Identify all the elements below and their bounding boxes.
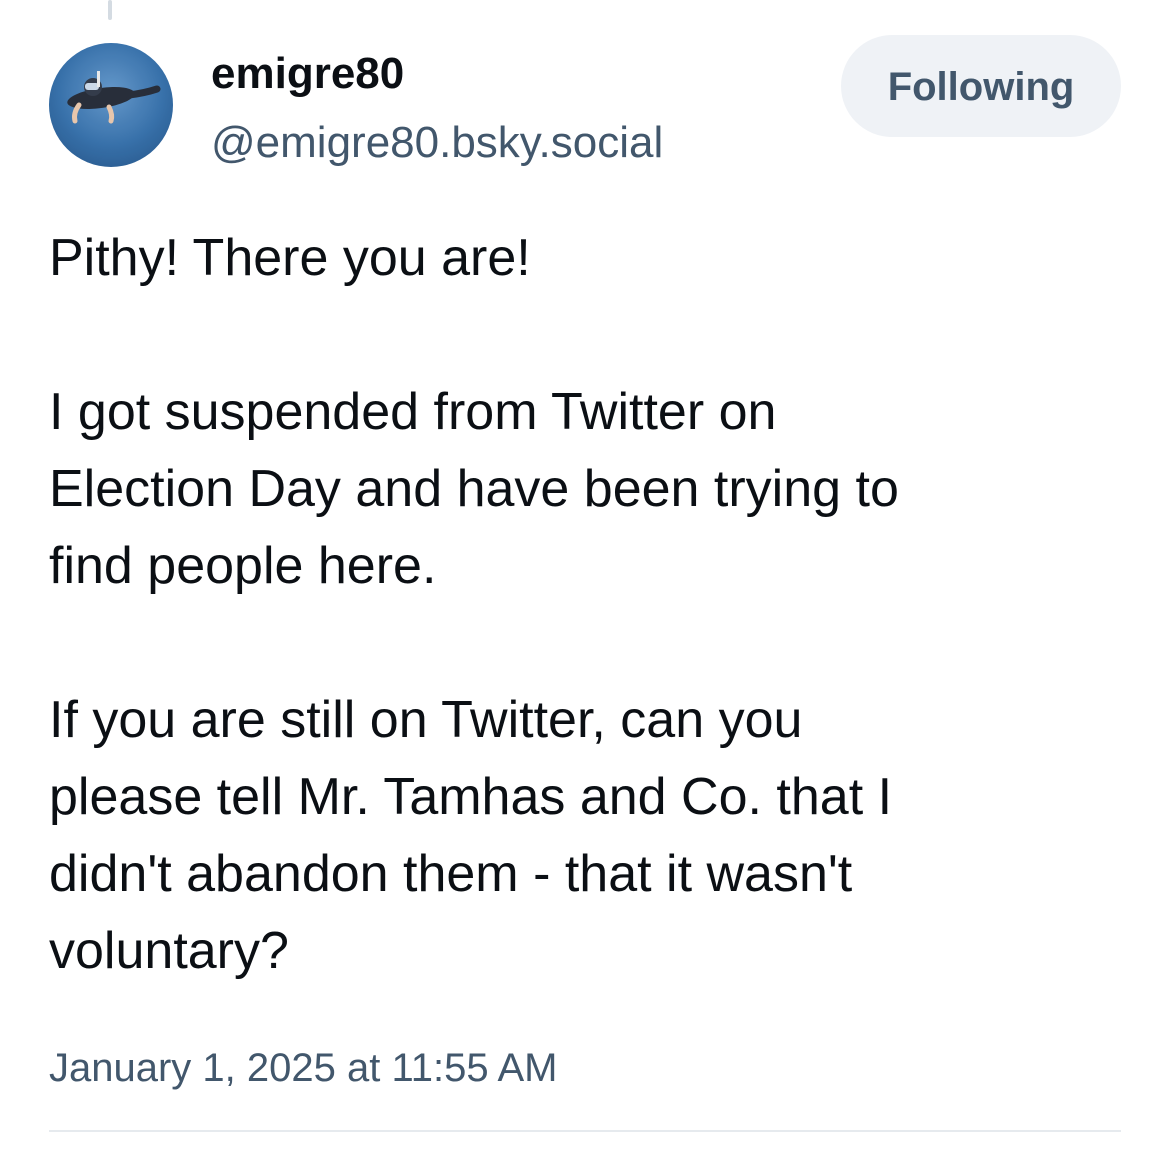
snorkeler-avatar-icon (49, 43, 173, 167)
avatar[interactable] (49, 43, 173, 167)
post-timestamp: January 1, 2025 at 11:55 AM (49, 1046, 558, 1090)
post-paragraph: If you are still on Twitter, can you ple… (49, 691, 893, 980)
author-display-name[interactable]: emigre80 (211, 48, 404, 100)
post-text: Pithy! There you are! I got suspended fr… (49, 220, 1129, 1067)
divider (49, 1130, 1121, 1132)
thread-connector-line (108, 0, 112, 20)
following-button[interactable]: Following (841, 35, 1121, 137)
post-paragraph: I got suspended from Twitter on Election… (49, 383, 899, 595)
post-paragraph: Pithy! There you are! (49, 229, 531, 287)
author-handle[interactable]: @emigre80.bsky.social (211, 117, 663, 169)
